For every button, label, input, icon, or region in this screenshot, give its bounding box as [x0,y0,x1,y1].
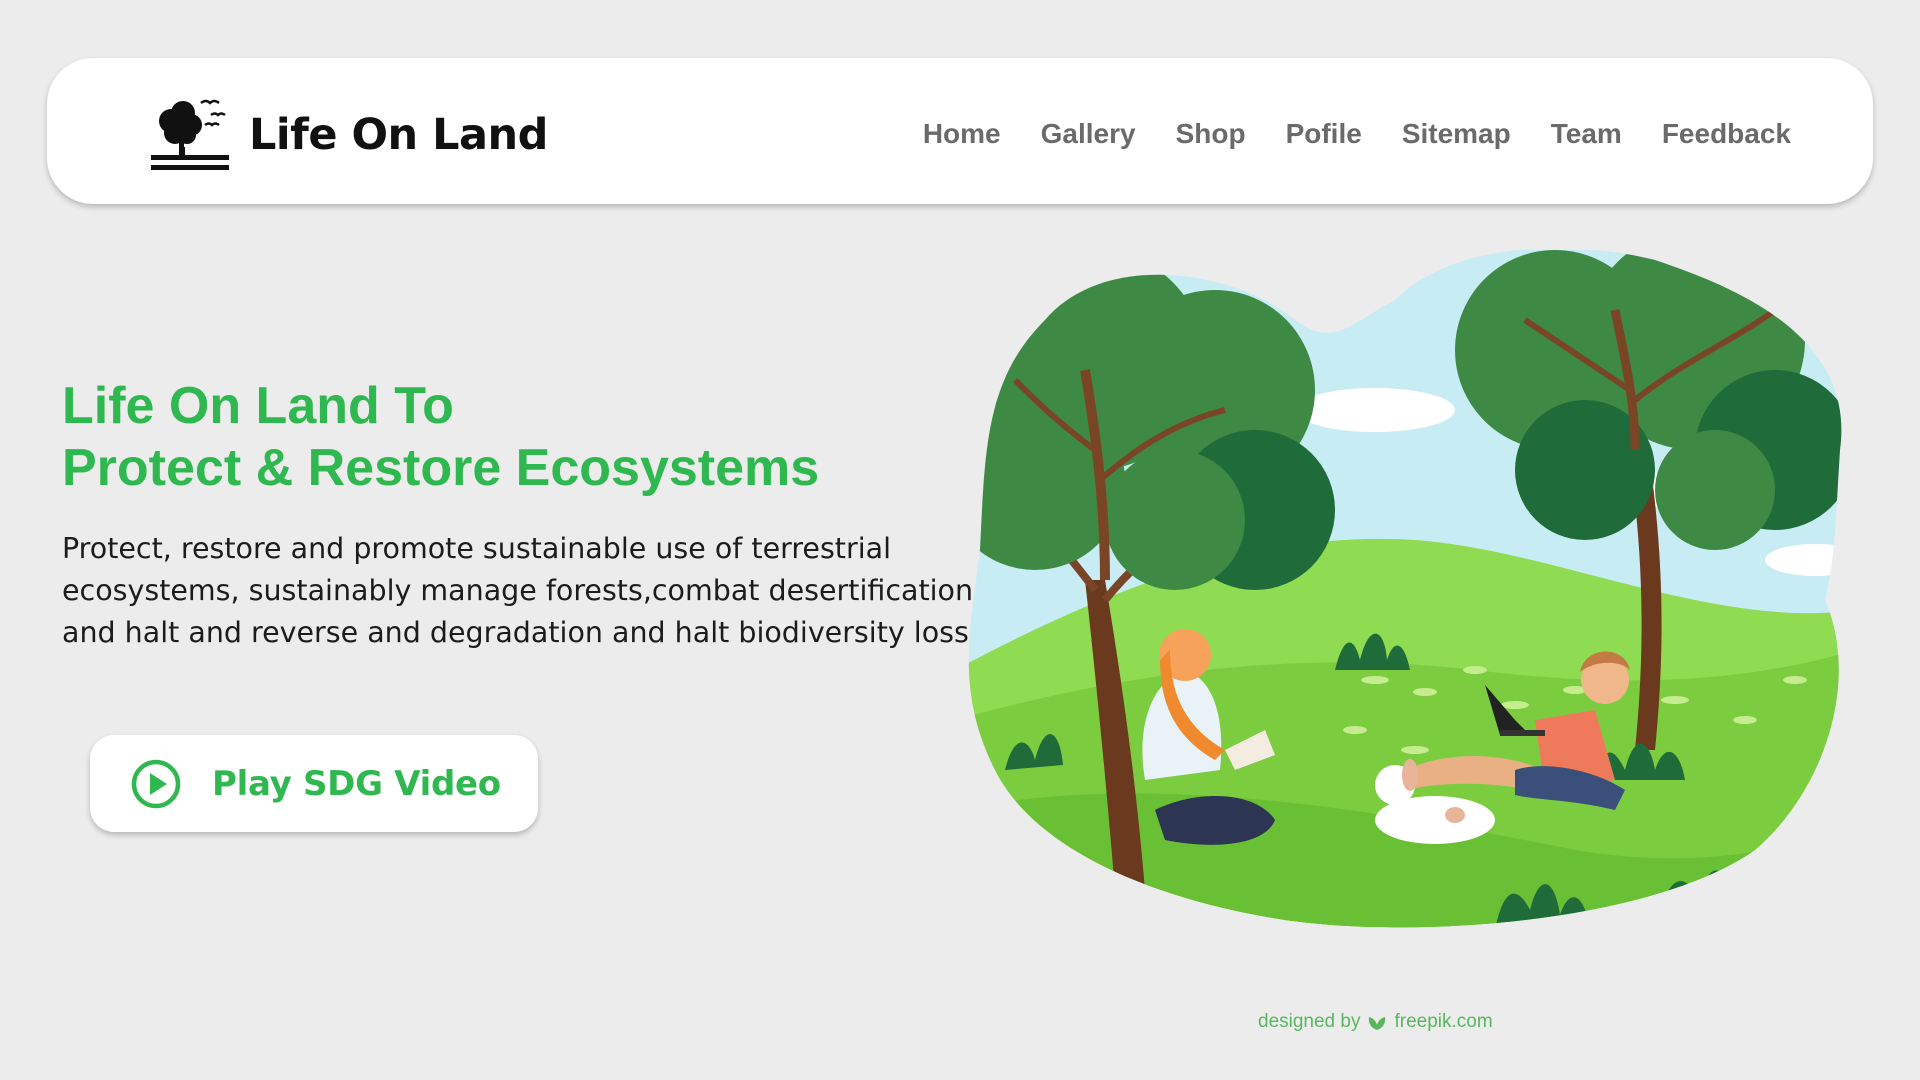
park-illustration [968,250,1842,928]
nav-shop[interactable]: Shop [1176,118,1246,150]
hero-title: Life On Land To Protect & Restore Ecosys… [62,375,819,499]
tree-birds-logo-icon [151,99,229,170]
play-circle-icon [131,759,181,808]
nav-profile[interactable]: Pofile [1286,118,1362,150]
nav-sitemap[interactable]: Sitemap [1402,118,1511,150]
main-nav: Home Gallery Shop Pofile Sitemap Team Fe… [923,58,1791,204]
credit-prefix: designed by [1258,1011,1361,1032]
navbar: Life On Land Home Gallery Shop Pofile Si… [47,58,1873,204]
hero-title-line-1: Life On Land To [62,377,454,435]
hero-description-line-3: and halt and reverse and degradation and… [62,616,969,649]
nav-feedback[interactable]: Feedback [1662,118,1791,150]
nav-team[interactable]: Team [1551,118,1622,150]
hero-description-line-1: Protect, restore and promote sustainable… [62,532,891,565]
play-button-label: Play SDG Video [212,763,501,804]
play-sdg-video-button[interactable]: Play SDG Video [90,735,538,832]
nav-home[interactable]: Home [923,118,1001,150]
hero-description-line-2: ecosystems, sustainably manage forests,c… [62,574,983,607]
brand[interactable]: Life On Land [149,88,548,178]
hero-title-line-2: Protect & Restore Ecosystems [62,439,820,497]
brand-name: Life On Land [249,110,548,160]
hero-description: Protect, restore and promote sustainable… [62,528,983,654]
freepik-leaf-icon [1369,1017,1386,1030]
image-credit[interactable]: designed by freepik.com [1258,1011,1493,1033]
nav-gallery[interactable]: Gallery [1041,118,1136,150]
credit-brand: freepik.com [1394,1011,1493,1032]
